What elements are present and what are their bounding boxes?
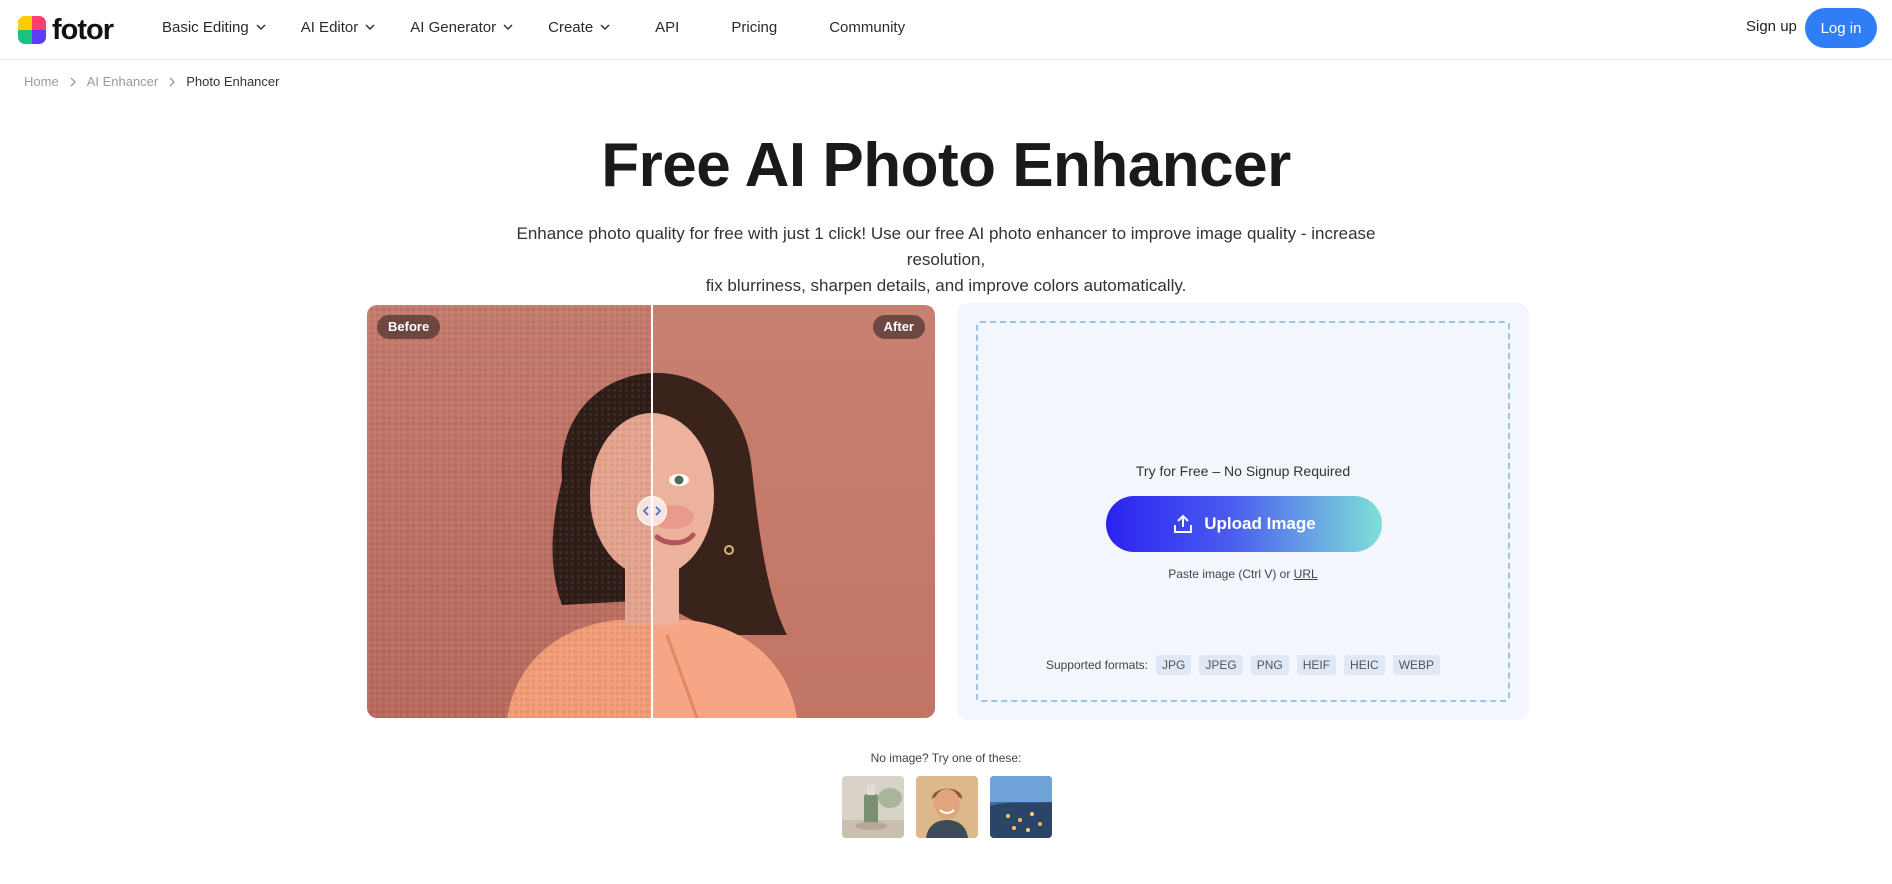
fotor-logo-icon <box>18 16 46 44</box>
page-subtitle: Enhance photo quality for free with just… <box>496 221 1396 299</box>
main-nav: Basic Editing AI Editor AI Generator Cre… <box>162 0 957 54</box>
chevron-down-icon <box>600 24 610 31</box>
log-in-button[interactable]: Log in <box>1805 8 1877 48</box>
nav-label: AI Generator <box>410 18 497 36</box>
format-badge: HEIF <box>1296 655 1337 675</box>
breadcrumb-current: Photo Enhancer <box>186 74 280 89</box>
breadcrumb-home[interactable]: Home <box>24 74 59 89</box>
nav-label: AI Editor <box>300 18 359 36</box>
breadcrumb: Home AI Enhancer Photo Enhancer <box>24 74 279 89</box>
after-badge: After <box>872 315 925 339</box>
bottle-thumbnail <box>842 776 904 838</box>
paste-hint: Paste image (Ctrl V) or URL <box>978 567 1508 581</box>
nav-label: Community <box>829 18 906 36</box>
format-badge: PNG <box>1250 655 1289 675</box>
upload-panel: Try for Free – No Signup Required Upload… <box>957 303 1529 720</box>
brand-name: fotor <box>52 13 114 46</box>
chevron-down-icon <box>503 24 513 31</box>
upload-icon <box>1174 514 1193 533</box>
nav-label: Pricing <box>731 18 778 36</box>
formats-label: Supported formats: <box>1045 658 1148 672</box>
samples-label: No image? Try one of these: <box>870 751 1022 765</box>
nav-label: Basic Editing <box>162 18 249 36</box>
upload-button-label: Upload Image <box>1204 514 1316 533</box>
page-title: Free AI Photo Enhancer <box>601 131 1291 200</box>
before-badge: Before <box>377 315 441 339</box>
chevron-down-icon <box>365 24 375 31</box>
nav-label: API <box>655 18 680 36</box>
nav-basic-editing[interactable]: Basic Editing <box>162 19 267 36</box>
chevron-down-icon <box>256 24 266 31</box>
nav-ai-generator[interactable]: AI Generator <box>410 19 514 36</box>
format-badge: WEBP <box>1392 655 1441 675</box>
url-link[interactable]: URL <box>1294 567 1318 581</box>
nav-label: Create <box>548 18 594 36</box>
upload-image-button[interactable]: Upload Image <box>1106 496 1382 552</box>
nav-community[interactable]: Community <box>829 19 905 36</box>
subtitle-line: Enhance photo quality for free with just… <box>516 224 1376 269</box>
nav-create[interactable]: Create <box>548 19 611 36</box>
format-badge: HEIC <box>1344 655 1385 675</box>
site-header: fotor Basic Editing AI Editor AI Generat… <box>0 0 1892 60</box>
try-free-text: Try for Free – No Signup Required <box>1135 463 1351 479</box>
paste-text: Paste image (Ctrl V) or <box>1168 567 1294 581</box>
compare-slider-handle[interactable] <box>637 496 667 526</box>
nav-api[interactable]: API <box>655 19 679 36</box>
breadcrumb-ai-enhancer[interactable]: AI Enhancer <box>87 74 159 89</box>
upload-dropzone[interactable]: Try for Free – No Signup Required Upload… <box>976 321 1510 702</box>
city-thumbnail <box>990 776 1052 838</box>
nav-pricing[interactable]: Pricing <box>731 19 777 36</box>
chevron-right-icon <box>70 77 76 86</box>
sample-man-portrait[interactable] <box>916 776 978 838</box>
nav-ai-editor[interactable]: AI Editor <box>301 19 377 36</box>
chevron-right-icon <box>169 77 176 86</box>
arrows-left-right-icon <box>642 506 662 516</box>
subtitle-line: fix blurriness, sharpen details, and imp… <box>705 276 1187 295</box>
supported-formats: Supported formats: JPG JPEG PNG HEIF HEI… <box>978 655 1508 675</box>
sample-images <box>842 776 1052 838</box>
man-thumbnail <box>916 776 978 838</box>
before-after-compare[interactable]: Before After <box>367 305 935 718</box>
format-badge: JPG <box>1156 655 1192 675</box>
sample-product-bottle[interactable] <box>842 776 904 838</box>
fotor-logo[interactable]: fotor <box>18 13 114 46</box>
format-badge: JPEG <box>1199 655 1243 675</box>
sign-up-link[interactable]: Sign up <box>1746 18 1797 35</box>
sample-coastal-city[interactable] <box>990 776 1052 838</box>
